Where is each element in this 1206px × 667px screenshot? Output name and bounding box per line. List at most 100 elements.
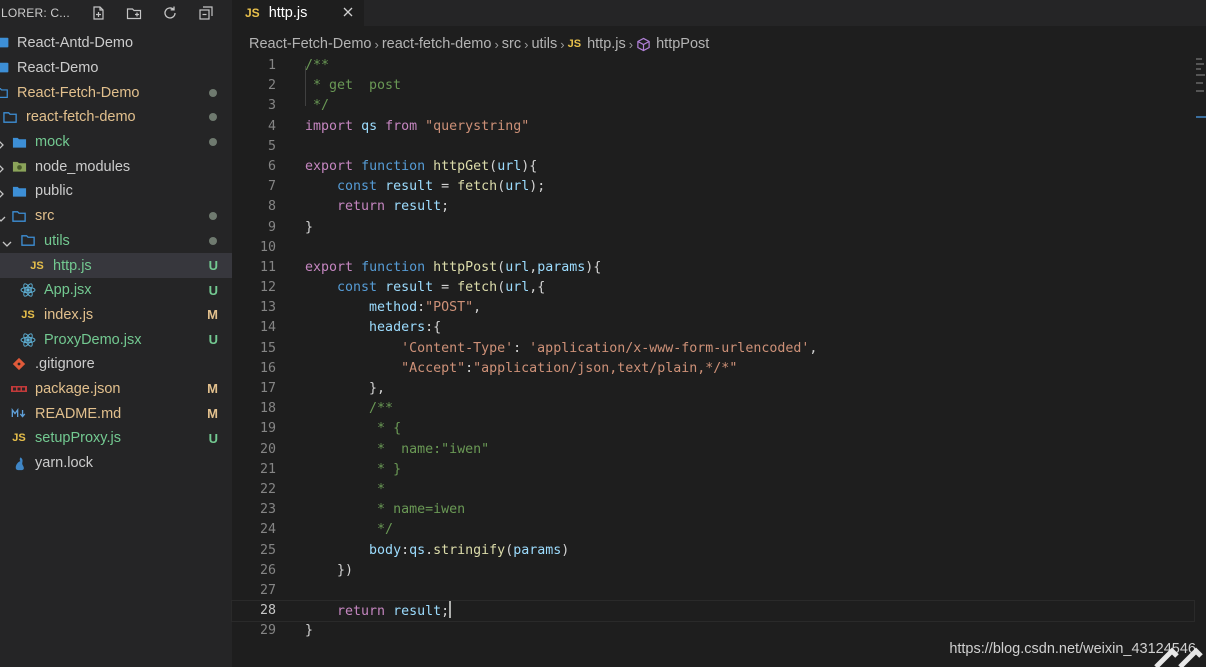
code-line[interactable]: 3 */ bbox=[232, 96, 1206, 116]
line-number: 14 bbox=[259, 320, 276, 336]
code-editor[interactable]: 1/** 2 * get post 3 */4 import qs from "que… bbox=[231, 56, 1206, 641]
code-line[interactable]: 13 method:"POST", bbox=[232, 298, 1206, 318]
code-token: return bbox=[337, 199, 386, 215]
code-token: const bbox=[337, 179, 378, 195]
breadcrumb-item[interactable]: http.js bbox=[587, 36, 626, 52]
line-number: 5 bbox=[267, 138, 276, 154]
tree-item-package-json[interactable]: package.json M bbox=[0, 377, 232, 402]
code-line[interactable]: 7 const result = fetch(url); bbox=[232, 177, 1206, 197]
line-number: 2 bbox=[267, 78, 276, 94]
refresh-icon[interactable] bbox=[159, 2, 181, 24]
tree-item-utils[interactable]: utils bbox=[0, 229, 232, 254]
code-line[interactable]: 1 /** bbox=[232, 56, 1206, 76]
code-line[interactable]: 23 * name=iwen bbox=[232, 500, 1206, 520]
tree-item-yarn-lock[interactable]: yarn.lock bbox=[0, 451, 232, 476]
breadcrumb-item[interactable]: react-fetch-demo bbox=[382, 36, 492, 52]
tree-item-react-fetch-demo-root[interactable]: React-Fetch-Demo bbox=[0, 80, 232, 105]
tree-item-src[interactable]: src bbox=[0, 204, 232, 229]
code-line[interactable]: 16 "Accept":"application/json,text/plain… bbox=[232, 359, 1206, 379]
tree-item-react-fetch-demo[interactable]: react-fetch-demo bbox=[0, 105, 232, 130]
code-line[interactable]: 15 'Content-Type': 'application/x-www-fo… bbox=[232, 339, 1206, 359]
code-token: url bbox=[497, 158, 522, 174]
code-text: }, bbox=[305, 379, 385, 399]
code-line[interactable]: 28 return result; bbox=[231, 600, 1195, 623]
code-token: fetch bbox=[457, 280, 498, 296]
breadcrumb-item[interactable]: React-Fetch-Demo bbox=[249, 36, 371, 52]
tree-item-public[interactable]: public bbox=[0, 179, 232, 204]
close-icon[interactable] bbox=[340, 4, 356, 20]
code-token: body bbox=[369, 542, 402, 558]
code-line[interactable]: 14 headers:{ bbox=[232, 318, 1206, 338]
tree-item-node-modules[interactable]: node_modules bbox=[0, 154, 232, 179]
code-token: /** bbox=[305, 58, 330, 73]
code-token: }) bbox=[305, 562, 354, 578]
code-token: } bbox=[305, 623, 314, 639]
chevron-down-icon bbox=[2, 237, 12, 247]
js-file-icon: JS bbox=[30, 259, 44, 272]
tree-item-index-js[interactable]: JS index.js M bbox=[0, 303, 232, 328]
tree-item-label: package.json bbox=[35, 380, 121, 397]
code-line[interactable]: 8 return result; bbox=[232, 197, 1206, 217]
breadcrumb-item[interactable]: src bbox=[502, 36, 521, 52]
code-line[interactable]: 26 }) bbox=[232, 561, 1206, 581]
code-token: "Accept" bbox=[401, 360, 466, 376]
code-line[interactable]: 25 body:qs.stringify(params) bbox=[232, 541, 1206, 561]
code-line[interactable]: 18 /** bbox=[232, 399, 1206, 419]
react-icon bbox=[20, 282, 36, 298]
code-line[interactable]: 4 import qs from "querystring" bbox=[232, 117, 1206, 137]
code-line[interactable]: 9} bbox=[232, 218, 1206, 238]
breadcrumb-item[interactable]: httpPost bbox=[656, 36, 709, 52]
code-line[interactable]: 2 * get post bbox=[232, 76, 1206, 96]
tree-item-http-js[interactable]: JS http.js U bbox=[0, 253, 232, 278]
code-line[interactable]: 5 bbox=[232, 137, 1206, 157]
code-line[interactable]: 17 }, bbox=[232, 379, 1206, 399]
tree-item-app-jsx[interactable]: App.jsx U bbox=[0, 278, 232, 303]
code-line[interactable]: 27 bbox=[232, 581, 1206, 601]
new-file-icon[interactable] bbox=[87, 2, 109, 24]
tree-item-setupproxy-js[interactable]: JS setupProxy.js U bbox=[0, 426, 232, 451]
code-text: 'Content-Type': 'application/x-www-form-… bbox=[305, 339, 817, 359]
tree-item-readme-md[interactable]: README.md M bbox=[0, 401, 232, 426]
code-token: qs bbox=[409, 542, 426, 558]
code-line[interactable]: 12 const result = fetch(url,{ bbox=[232, 278, 1206, 298]
code-text: * name=iwen bbox=[305, 500, 465, 520]
code-token: "POST" bbox=[425, 300, 474, 316]
modified-dot bbox=[209, 212, 217, 221]
code-line[interactable]: 11 export function httpPost(url,params){ bbox=[232, 258, 1206, 278]
tree-item-react-antd-demo[interactable]: React-Antd-Demo bbox=[0, 31, 232, 56]
code-token: ( bbox=[497, 179, 506, 195]
code-line[interactable]: 21 * } bbox=[232, 460, 1206, 480]
code-line[interactable]: 29} bbox=[232, 621, 1206, 641]
collapse-all-icon[interactable] bbox=[195, 2, 217, 24]
code-line[interactable]: 20 * name:"iwen" bbox=[232, 440, 1206, 460]
new-folder-icon[interactable] bbox=[123, 2, 145, 24]
line-number: 9 bbox=[267, 219, 276, 235]
code-line[interactable]: 24 */ bbox=[232, 520, 1206, 540]
tree-item-mock[interactable]: mock bbox=[0, 130, 232, 155]
code-line[interactable]: 6 export function httpGet(url){ bbox=[232, 157, 1206, 177]
code-token: params bbox=[513, 542, 562, 558]
tree-item-proxydemo-jsx[interactable]: ProxyDemo.jsx U bbox=[0, 327, 232, 352]
breadcrumb-item[interactable]: utils bbox=[531, 36, 557, 52]
tree-item-gitignore[interactable]: .gitignore bbox=[0, 352, 232, 377]
minimap[interactable] bbox=[1192, 56, 1206, 126]
code-text: method:"POST", bbox=[305, 298, 481, 318]
code-token: stringify bbox=[433, 542, 506, 558]
tree-item-react-demo[interactable]: React-Demo bbox=[0, 56, 232, 81]
code-line[interactable]: 19 * { bbox=[232, 419, 1206, 439]
code-token: function bbox=[361, 158, 426, 174]
chevron-right-icon bbox=[0, 138, 6, 149]
code-line[interactable]: 22 * bbox=[232, 480, 1206, 500]
code-token: from bbox=[385, 118, 418, 134]
tab-http-js[interactable]: JS http.js bbox=[232, 0, 364, 26]
code-text: * get post bbox=[305, 76, 401, 96]
js-file-icon: JS bbox=[21, 308, 35, 321]
code-token: ){ bbox=[585, 259, 602, 275]
code-line[interactable]: 10 bbox=[232, 238, 1206, 258]
